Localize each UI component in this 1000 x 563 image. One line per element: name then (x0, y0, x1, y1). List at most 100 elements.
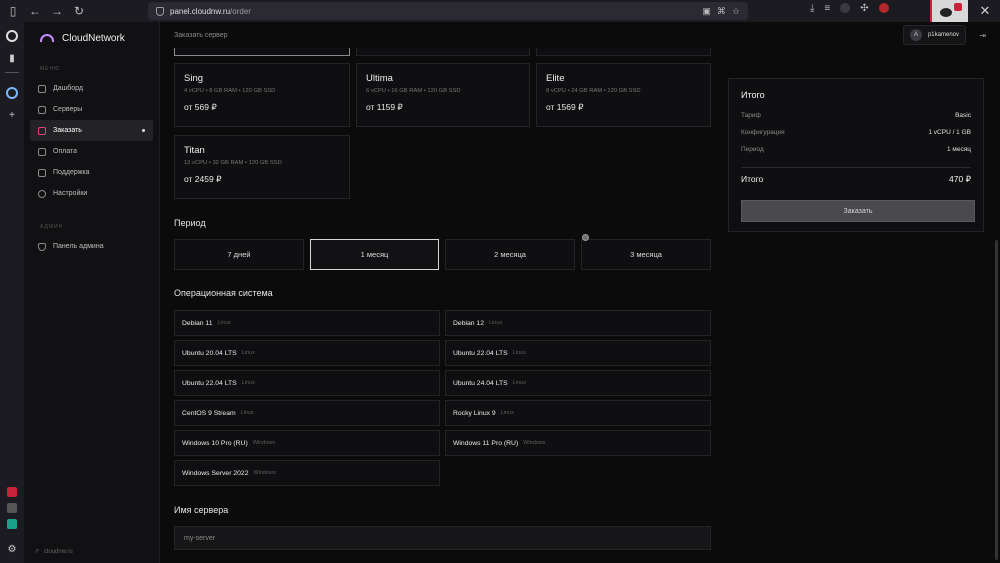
plan-card-partial[interactable] (356, 48, 530, 56)
page-scrollbar[interactable] (995, 240, 998, 560)
summary-total: Итого 470 ₽ (741, 174, 971, 194)
sidebar-item-admin-panel[interactable]: Панель админа (30, 236, 153, 257)
plan-card-partial[interactable] (174, 48, 350, 56)
server-name-input[interactable]: my-server (174, 526, 711, 550)
os-type: Linux (217, 320, 231, 326)
os-option[interactable]: Ubuntu 22.04 LTS Linux (174, 370, 440, 396)
plan-card-titan[interactable]: Titan 12 vCPU • 32 GB RAM • 120 GB SSD о… (174, 135, 350, 199)
gear-icon (38, 189, 46, 198)
period-option-3m[interactable]: 3 месяца (581, 239, 711, 270)
add-icon[interactable]: + (4, 107, 20, 123)
app-icon-teal[interactable] (7, 519, 17, 529)
brand[interactable]: CloudNetwork (24, 22, 159, 54)
os-type: Windows (253, 470, 276, 476)
plan-card-partial[interactable] (536, 48, 711, 56)
os-type: Linux (489, 320, 503, 326)
plan-price: от 1159 ₽ (366, 102, 403, 112)
username: p1kamenov (927, 32, 959, 38)
os-option[interactable]: Ubuntu 24.04 LTS Linux (445, 370, 711, 396)
os-name: Windows 10 Pro (RU) (182, 439, 248, 447)
active-site-icon[interactable] (4, 85, 20, 101)
sidebar-item-servers[interactable]: Серверы (30, 99, 153, 120)
logout-icon[interactable]: ⇥ (979, 31, 986, 40)
period-option-7d[interactable]: 7 дней (174, 239, 304, 270)
shield-icon (156, 6, 164, 16)
dashboard-icon (38, 84, 46, 93)
plan-card-sing[interactable]: Sing 4 vCPU • 8 GB RAM • 120 GB SSD от 5… (174, 63, 350, 127)
os-name: Ubuntu 20.04 LTS (182, 349, 237, 357)
summary-label: Период (741, 146, 764, 153)
plan-spec: 8 vCPU • 24 GB RAM • 120 GB SSD (546, 88, 641, 94)
sidebar-toggle-icon[interactable]: ▯ (4, 2, 22, 20)
sidebar-item-label: Панель админа (53, 243, 104, 250)
os-type: Linux (512, 380, 526, 386)
plan-spec: 4 vCPU • 8 GB RAM • 120 GB SSD (184, 88, 276, 94)
site-link[interactable]: ↗ cloudnw.ru (34, 548, 73, 556)
browser-side-toolbar: ▮ + ⚙ (0, 22, 24, 563)
plan-card-ultima[interactable]: Ultima 6 vCPU • 16 GB RAM • 120 GB SSD о… (356, 63, 530, 127)
profile-image[interactable] (930, 0, 968, 22)
sidebar-item-billing[interactable]: Оплата (30, 141, 153, 162)
url-path: /order (230, 6, 251, 16)
close-window-icon[interactable]: ✕ (970, 0, 1000, 22)
download-icon[interactable]: ⤓ (810, 3, 814, 14)
os-option[interactable]: CentOS 9 Stream Linux (174, 400, 440, 426)
os-option[interactable]: Rocky Linux 9 Linux (445, 400, 711, 426)
period-option-1m[interactable]: 1 месяц (310, 239, 439, 270)
reader-view-icon[interactable]: ▣ (702, 6, 711, 17)
os-title: Операционная система (174, 288, 273, 298)
url-host: panel.cloudnw.ru (170, 6, 231, 16)
user-menu[interactable]: A p1kamenov (902, 25, 966, 45)
os-name: Windows 11 Pro (RU) (453, 439, 519, 447)
os-option[interactable]: Windows 11 Pro (RU) Windows (445, 430, 711, 456)
os-option[interactable]: Debian 12 Linux (445, 310, 711, 336)
plan-price: от 569 ₽ (184, 102, 217, 112)
sidebar-section-label: АДМИН (40, 224, 64, 230)
extension-icon[interactable] (840, 3, 851, 13)
bookmark-star-icon[interactable]: ☆ (732, 6, 740, 17)
menu-icon[interactable]: ≡ (824, 3, 830, 14)
ublock-icon[interactable] (878, 3, 889, 13)
plan-name: Sing (184, 73, 204, 84)
app-icon-gray[interactable] (7, 503, 17, 513)
summary-label: Тариф (741, 112, 761, 119)
globe-icon[interactable] (4, 28, 20, 44)
plan-card-elite[interactable]: Elite 8 vCPU • 24 GB RAM • 120 GB SSD от… (536, 63, 711, 127)
back-icon[interactable]: ← (26, 2, 44, 20)
breadcrumb: Заказать сервер (174, 31, 228, 39)
total-value: 470 ₽ (949, 174, 971, 184)
sidebar-item-dashboard[interactable]: Дашборд (30, 78, 153, 99)
order-button[interactable]: Заказать (741, 200, 975, 222)
sidebar-item-order[interactable]: Заказать (30, 120, 153, 141)
os-option[interactable]: Debian 11 Linux (174, 310, 440, 336)
sidebar-item-support[interactable]: Поддержка (30, 162, 153, 183)
summary-divider (741, 167, 971, 168)
settings-gear-icon[interactable]: ⚙ (4, 541, 20, 557)
sidebar-item-label: Заказать (53, 127, 82, 134)
period-option-2m[interactable]: 2 месяца (445, 239, 575, 270)
app-icon-red[interactable] (7, 487, 17, 497)
os-option[interactable]: Ubuntu 22.04 LTS Linux (445, 340, 711, 366)
avatar: A (909, 29, 922, 41)
bookmark-icon[interactable]: ▮ (4, 50, 20, 66)
os-option[interactable]: Windows Server 2022 Windows (174, 460, 440, 486)
plan-spec: 12 vCPU • 32 GB RAM • 120 GB SSD (184, 160, 282, 166)
sidebar-item-label: Дашборд (53, 85, 83, 92)
toolbar-divider (5, 72, 19, 73)
os-name: CentOS 9 Stream (182, 409, 236, 417)
os-type: Windows (523, 440, 546, 446)
os-option[interactable]: Ubuntu 20.04 LTS Linux (174, 340, 440, 366)
os-option[interactable]: Windows 10 Pro (RU) Windows (174, 430, 440, 456)
os-name: Rocky Linux 9 (453, 409, 496, 417)
active-indicator (142, 129, 145, 132)
puzzle-icon[interactable]: ✣ (860, 3, 868, 14)
translate-icon[interactable]: ⌘ (717, 6, 726, 17)
plan-name: Titan (184, 145, 205, 156)
forward-icon[interactable]: → (48, 2, 66, 20)
reload-icon[interactable]: ↻ (70, 2, 88, 20)
address-bar[interactable]: panel.cloudnw.ru /order ▣ ⌘ ☆ (148, 2, 748, 20)
sidebar-item-settings[interactable]: Настройки (30, 183, 153, 204)
os-type: Linux (241, 380, 255, 386)
link-icon: ↗ (34, 549, 40, 555)
summary-row: Тариф Basic (741, 112, 971, 129)
